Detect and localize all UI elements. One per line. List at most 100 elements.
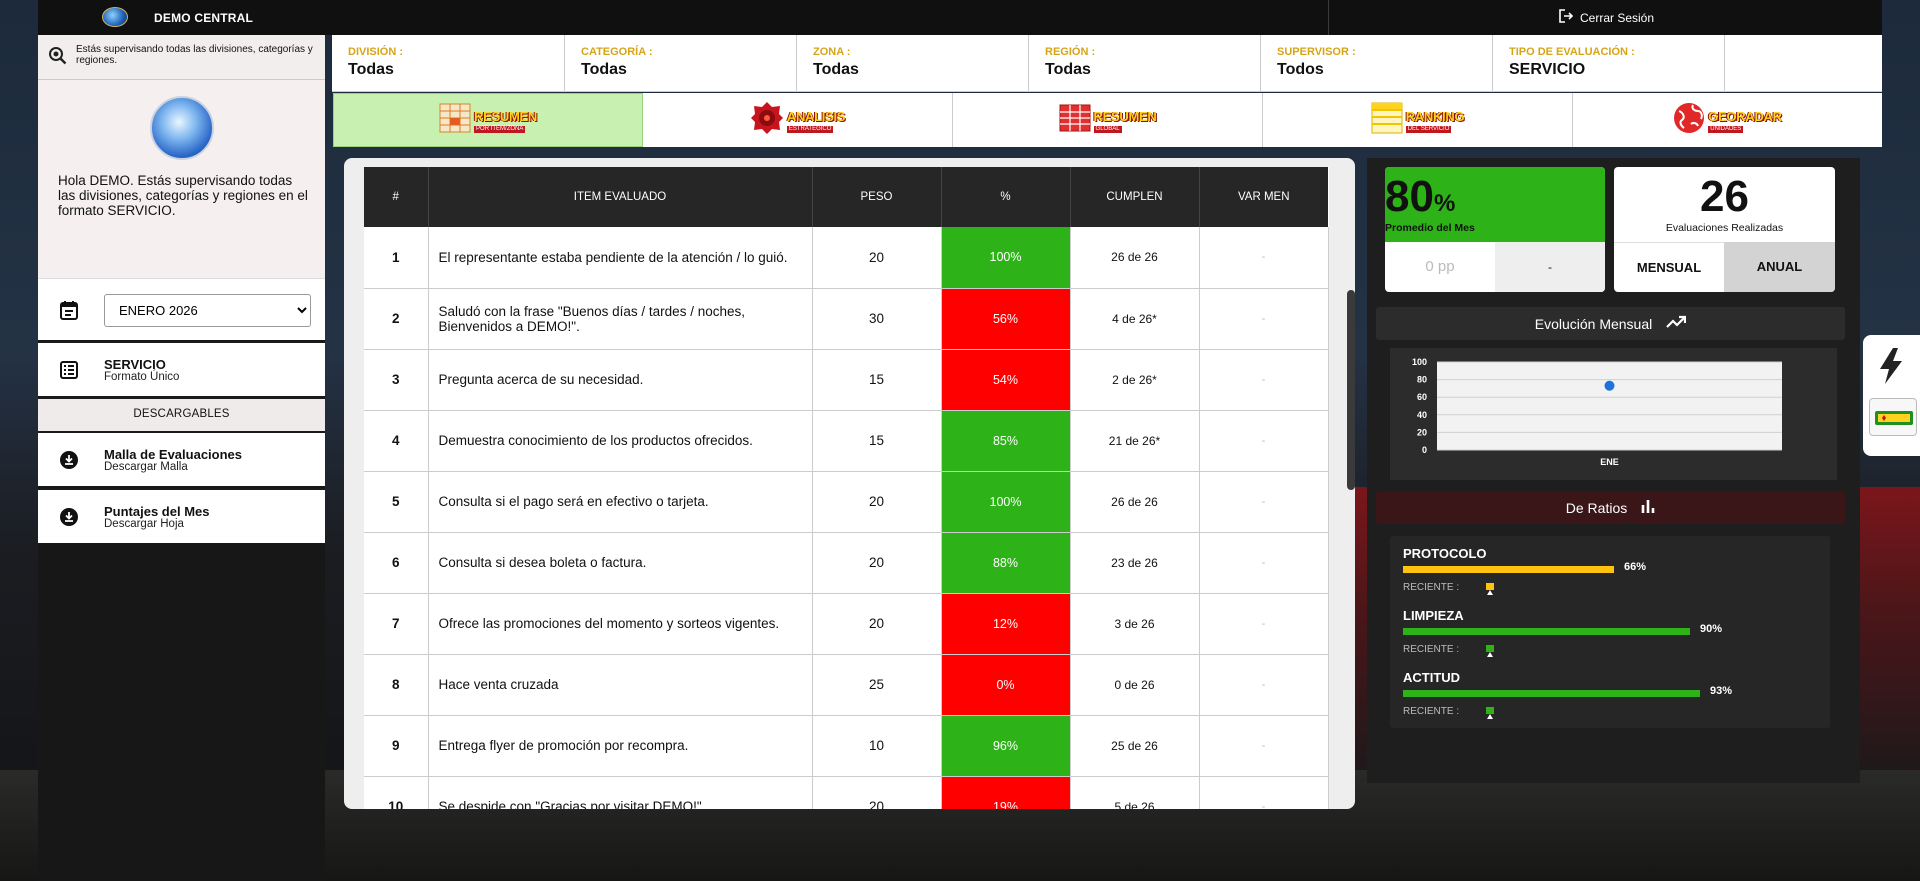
tab-georadar[interactable]: GEORADAR UNIDADES — [1573, 93, 1882, 147]
cell-item: Consulta si el pago será en efectivo o t… — [428, 471, 813, 533]
cell-item: Demuestra conocimiento de los productos … — [428, 410, 813, 472]
cell-cumplen: 0 de 26 — [1070, 654, 1200, 716]
cell-cumplen: 4 de 26* — [1070, 288, 1200, 350]
cell-var: - — [1199, 471, 1329, 533]
download-puntajes[interactable]: Puntajes del Mes Descargar Hoja — [38, 488, 325, 543]
monthly-button[interactable]: MENSUAL — [1614, 242, 1724, 292]
table-row[interactable]: 3 Pregunta acerca de su necesidad. 15 54% 2 … — [364, 349, 1329, 411]
cell-cumplen: 3 de 26 — [1070, 593, 1200, 655]
ratio-recent-label: RECIENTE : — [1403, 706, 1460, 717]
cell-num: 7 — [364, 593, 429, 655]
ratio-name: ACTITUD — [1403, 670, 1461, 685]
y-tick-label: 40 — [1417, 410, 1427, 420]
cell-cumplen: 2 de 26* — [1070, 349, 1200, 411]
plot-area — [1437, 362, 1782, 450]
welcome-message: Hola DEMO. Estás supervisando todas las … — [58, 173, 308, 218]
cell-peso: 15 — [812, 410, 942, 472]
filter-tipo-evaluacion[interactable]: TIPO DE EVALUACIÓN : SERVICIO — [1493, 35, 1725, 92]
y-tick-label: 20 — [1417, 427, 1427, 437]
table-row[interactable]: 7 Ofrece las promociones del momento y so… — [364, 593, 1329, 655]
table-row[interactable]: 10 Se despide con "Gracias por visitar DE… — [364, 776, 1329, 809]
cell-pct: 88% — [941, 532, 1071, 594]
table-row[interactable]: 6 Consulta si desea boleta o factura. 20 88… — [364, 532, 1329, 594]
cell-var: - — [1199, 715, 1329, 777]
average-variation: - — [1495, 242, 1605, 292]
table-scrollbar[interactable] — [1347, 290, 1355, 490]
col-header-item[interactable]: ITEM EVALUADO — [428, 167, 813, 227]
search-scope-icon — [48, 46, 68, 69]
col-header-peso[interactable]: PESO — [812, 167, 942, 227]
cell-item: El representante estaba pendiente de la … — [428, 227, 813, 289]
ratio-card: PROTOCOLO 66% RECIENTE : — [1390, 536, 1830, 604]
cell-item: Ofrece las promociones del momento y sor… — [428, 593, 813, 655]
table-row[interactable]: 2 Saludó con la frase "Buenos días / tard… — [364, 288, 1329, 350]
download-subtitle: Descargar Hoja — [104, 518, 184, 530]
cell-var: - — [1199, 593, 1329, 655]
filter-label: SUPERVISOR : — [1277, 46, 1356, 58]
download-title: Malla de Evaluaciones — [104, 447, 243, 462]
brand-badge-button[interactable] — [1869, 398, 1917, 436]
filter-supervisor[interactable]: SUPERVISOR : Todos — [1261, 35, 1493, 92]
evolution-chart-box: 100 80 60 40 20 0 ENE — [1390, 348, 1837, 480]
tab-ranking[interactable]: RANKING DEL SERVICIO — [1263, 93, 1573, 147]
cell-peso: 15 — [812, 349, 942, 411]
evolution-header: Evolución Mensual — [1376, 307, 1845, 340]
items-panel: # ITEM EVALUADO PESO % CUMPLEN VAR MEN 1… — [344, 158, 1355, 809]
table-row[interactable]: 8 Hace venta cruzada 25 0% 0 de 26- — [364, 654, 1329, 716]
tab-analisis[interactable]: ANALISIS ESTRATEGICO — [643, 93, 953, 147]
ratios-title: De Ratios — [1565, 499, 1628, 516]
tab-subtitle: ESTRATEGICO — [786, 125, 834, 133]
downloads-header: DESCARGABLES — [38, 397, 325, 431]
table-row[interactable]: 5 Consulta si el pago será en efectivo o … — [364, 471, 1329, 533]
tab-resumen-global[interactable]: RESUMEN GLOBAL — [953, 93, 1263, 147]
cell-pct: 0% — [941, 654, 1071, 716]
table-row[interactable]: 1 El representante estaba pendiente de la… — [364, 227, 1329, 289]
col-header-pct[interactable]: % — [941, 167, 1071, 227]
ratio-name: LIMPIEZA — [1403, 608, 1464, 623]
ratio-bar — [1403, 628, 1690, 635]
y-tick-label: 0 — [1422, 445, 1427, 455]
table-row[interactable]: 9 Entrega flyer de promoción por recompra… — [364, 715, 1329, 777]
tab-title: RANKING — [1405, 108, 1465, 124]
x-tick-label: ENE — [1600, 457, 1619, 467]
tab-resumen-item[interactable]: RESUMEN POR ITEM/ZONA — [333, 93, 643, 147]
cell-var: - — [1199, 410, 1329, 472]
col-header-num[interactable]: # — [364, 167, 429, 227]
badge-icon — [1874, 409, 1914, 432]
cell-pct: 85% — [941, 410, 1071, 472]
month-select[interactable]: ENERO 2026 — [104, 294, 311, 327]
tab-subtitle: DEL SERVICIO — [1405, 125, 1452, 133]
filter-zona[interactable]: ZONA : Todas — [797, 35, 1029, 92]
filter-value: Todas — [1045, 61, 1091, 78]
filter-label: REGIÓN : — [1045, 46, 1096, 58]
tab-subtitle: GLOBAL — [1093, 125, 1122, 133]
evaluations-caption: Evaluaciones Realizadas — [1665, 222, 1784, 234]
download-malla[interactable]: Malla de Evaluaciones Descargar Malla — [38, 431, 325, 486]
logout-button[interactable]: Cerrar Sesión — [1558, 8, 1654, 27]
annual-button[interactable]: ANUAL — [1724, 242, 1835, 292]
cell-peso: 20 — [812, 532, 942, 594]
cell-pct: 56% — [941, 288, 1071, 350]
items-table: # ITEM EVALUADO PESO % CUMPLEN VAR MEN 1… — [364, 167, 1329, 809]
filter-division[interactable]: DIVISIÓN : Todas — [332, 35, 565, 92]
cell-pct: 100% — [941, 471, 1071, 533]
cell-num: 8 — [364, 654, 429, 716]
filter-region[interactable]: REGIÓN : Todas — [1029, 35, 1261, 92]
download-icon — [60, 451, 78, 474]
cell-num: 2 — [364, 288, 429, 350]
brand-logo — [102, 7, 128, 27]
average-unit: % — [1433, 190, 1456, 217]
ratio-card: LIMPIEZA 90% RECIENTE : — [1390, 598, 1830, 666]
filter-value: Todas — [581, 61, 627, 78]
grid-icon — [439, 103, 471, 138]
col-header-var[interactable]: VAR MEN — [1199, 167, 1328, 227]
cell-cumplen: 25 de 26 — [1070, 715, 1200, 777]
table-row[interactable]: 4 Demuestra conocimiento de los productos… — [364, 410, 1329, 472]
cell-peso: 30 — [812, 288, 942, 350]
filter-categoria[interactable]: CATEGORÍA : Todas — [565, 35, 797, 92]
cell-pct: 12% — [941, 593, 1071, 655]
format-item[interactable]: SERVICIO Formato Único — [38, 341, 325, 396]
lightning-icon[interactable] — [1878, 347, 1904, 390]
col-header-cumplen[interactable]: CUMPLEN — [1070, 167, 1200, 227]
cell-item: Entrega flyer de promoción por recompra. — [428, 715, 813, 777]
